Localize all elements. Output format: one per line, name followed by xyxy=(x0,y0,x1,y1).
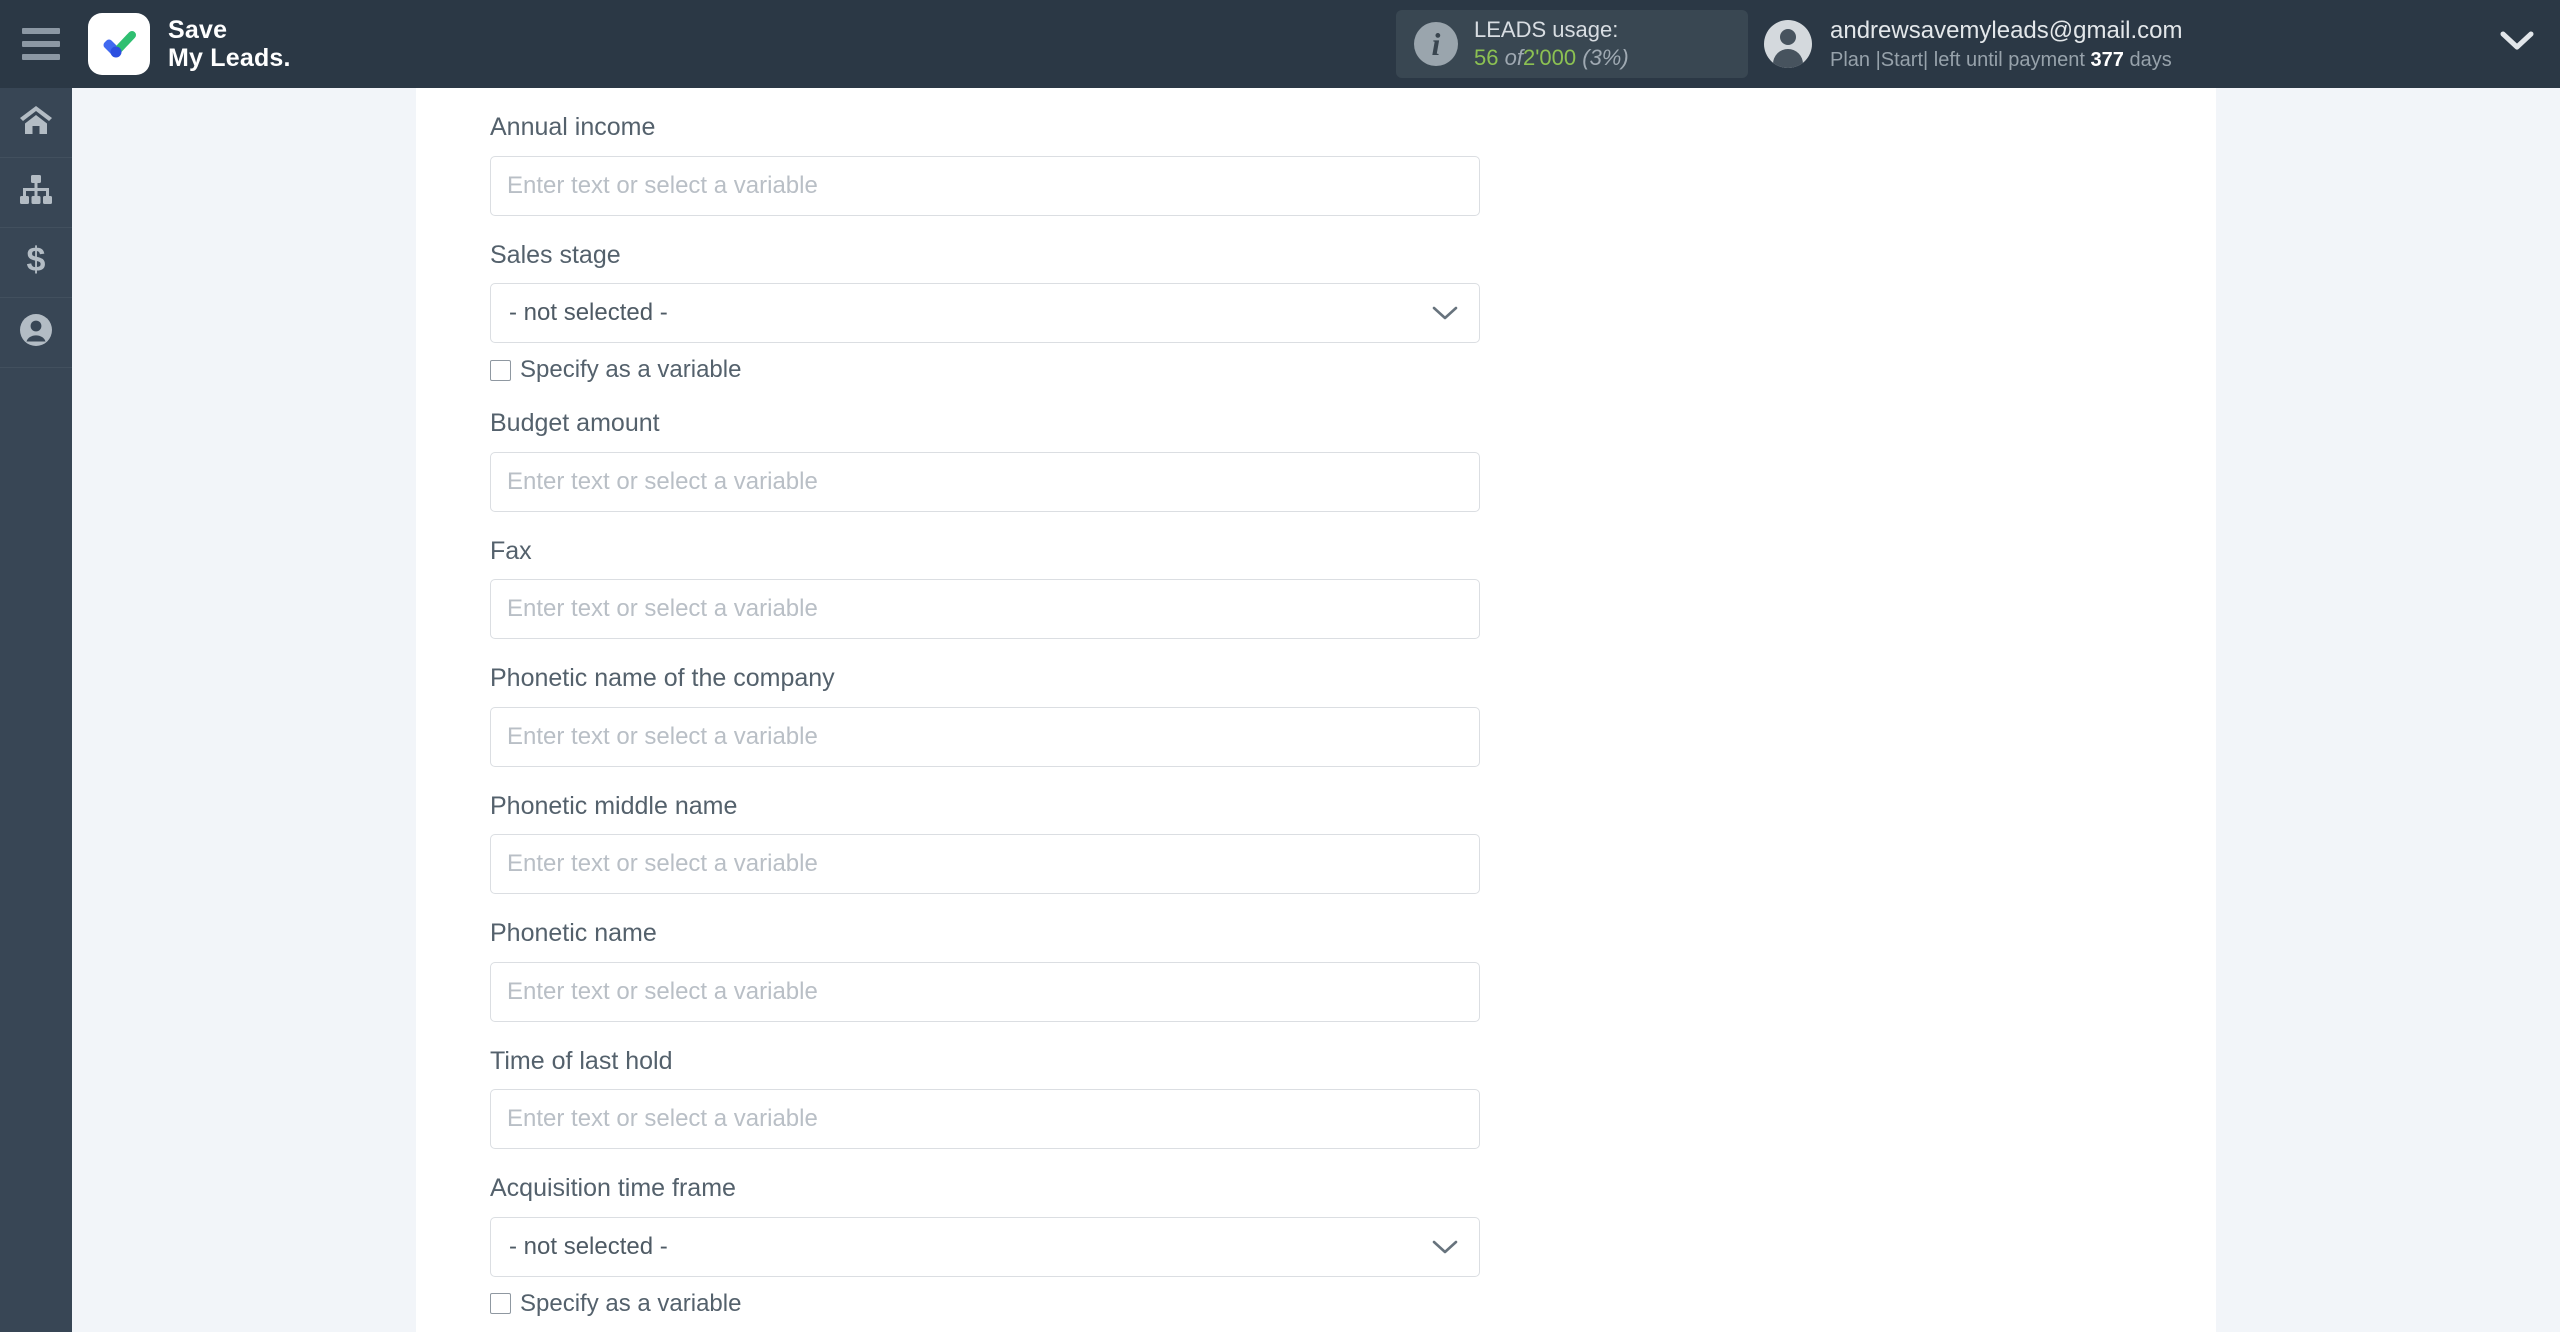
savemyleads-checkmark-logo xyxy=(88,13,150,75)
field-label: Acquisition time frame xyxy=(490,1174,736,1202)
form-field: Phonetic middle name xyxy=(490,767,1560,894)
leads-usage-title: LEADS usage: xyxy=(1474,16,1619,42)
select-wrapper: - not selected - xyxy=(490,1216,1480,1277)
form-field: Fax xyxy=(490,512,1560,639)
form-field: Budget amount xyxy=(490,384,1560,512)
account-plan-status: Plan |Start| left until payment 377 days xyxy=(1830,47,2183,73)
field-label: Fax xyxy=(490,536,532,565)
form-field: Acquisition time frame - not selected - Sp… xyxy=(490,1149,1560,1318)
variable-text-input[interactable] xyxy=(490,706,1480,767)
sidebar-item-connections[interactable] xyxy=(0,158,72,228)
select-wrapper: - not selected - xyxy=(490,283,1480,343)
field-label: Name xyxy=(490,1318,1560,1332)
field-label: Phonetic name xyxy=(490,919,657,947)
field-label: Time of last hold xyxy=(490,1046,673,1075)
hamburger-bar xyxy=(22,41,60,47)
sidebar-item-home[interactable] xyxy=(0,88,72,158)
field-label: Annual income xyxy=(490,113,656,141)
user-circle-icon xyxy=(19,313,53,352)
form-field: Name xyxy=(490,1318,1560,1332)
chevron-down-icon[interactable] xyxy=(2500,30,2534,57)
specify-as-variable-checkbox[interactable] xyxy=(490,1293,511,1314)
variable-text-input[interactable] xyxy=(490,155,1480,216)
form-field: Annual income xyxy=(490,88,1560,216)
specify-as-variable-label: Specify as a variable xyxy=(520,356,742,383)
svg-text:$: $ xyxy=(27,243,46,277)
leads-usage-widget[interactable]: i LEADS usage: 56 of2'000 (3%) xyxy=(1396,10,1748,78)
field-label: Phonetic name of the company xyxy=(490,664,835,692)
hamburger-icon[interactable] xyxy=(22,24,68,64)
variable-text-input[interactable] xyxy=(490,579,1480,639)
variable-text-input[interactable] xyxy=(490,1089,1480,1149)
variable-select[interactable]: - not selected - xyxy=(490,1216,1480,1277)
account-email: andrewsavemyleads@gmail.com xyxy=(1830,17,2183,45)
brand-name: Save My Leads. xyxy=(168,16,291,72)
info-icon: i xyxy=(1414,22,1458,66)
field-label: Budget amount xyxy=(490,409,660,437)
leads-usage-of: of xyxy=(1504,45,1523,70)
field-label: Phonetic middle name xyxy=(490,791,738,820)
specify-as-variable-checkbox-row[interactable]: Specify as a variable xyxy=(490,343,1560,384)
dollar-icon: $ xyxy=(23,241,49,282)
specify-as-variable-label: Specify as a variable xyxy=(520,1289,742,1317)
left-icon-rail: $ xyxy=(0,88,72,1332)
crm-field-mapping-form: Annual income Sales stage - not selected -… xyxy=(490,88,1560,1332)
leads-total-count: 2'000 xyxy=(1522,45,1577,70)
form-field: Phonetic name of the company xyxy=(490,639,1560,767)
form-field: Sales stage - not selected - Specify as a … xyxy=(490,216,1560,385)
account-plan-prefix: Plan |Start| left until payment xyxy=(1830,48,2085,71)
specify-as-variable-checkbox-row[interactable]: Specify as a variable xyxy=(490,1277,1560,1318)
form-field: Time of last hold xyxy=(490,1022,1560,1149)
hamburger-bar xyxy=(22,28,60,34)
account-plan-suffix: days xyxy=(2129,48,2172,71)
variable-select[interactable]: - not selected - xyxy=(490,283,1480,343)
user-avatar-icon xyxy=(1764,20,1812,68)
sidebar-item-account[interactable] xyxy=(0,298,72,368)
home-icon xyxy=(19,105,53,140)
sitemap-icon xyxy=(19,175,53,210)
top-header: Save My Leads. i LEADS usage: 56 of2'000… xyxy=(0,0,2560,88)
leads-used-count: 56 xyxy=(1474,45,1499,70)
leads-usage-value: 56 of2'000 (3%) xyxy=(1474,44,1629,72)
account-plan-days: 377 xyxy=(2090,48,2124,71)
field-label: Sales stage xyxy=(490,240,621,269)
account-menu[interactable]: andrewsavemyleads@gmail.com Plan |Start|… xyxy=(1764,8,2183,80)
form-field: Phonetic name xyxy=(490,894,1560,1022)
variable-text-input[interactable] xyxy=(490,451,1480,512)
variable-text-input[interactable] xyxy=(490,961,1480,1022)
hamburger-bar xyxy=(22,54,60,60)
form-content-card: Annual income Sales stage - not selected -… xyxy=(416,88,2216,1332)
sidebar-item-billing[interactable]: $ xyxy=(0,228,72,298)
variable-text-input[interactable] xyxy=(490,834,1480,894)
brand-logo[interactable]: Save My Leads. xyxy=(88,13,291,75)
leads-usage-percent: (3%) xyxy=(1582,45,1629,70)
specify-as-variable-checkbox[interactable] xyxy=(490,359,511,381)
